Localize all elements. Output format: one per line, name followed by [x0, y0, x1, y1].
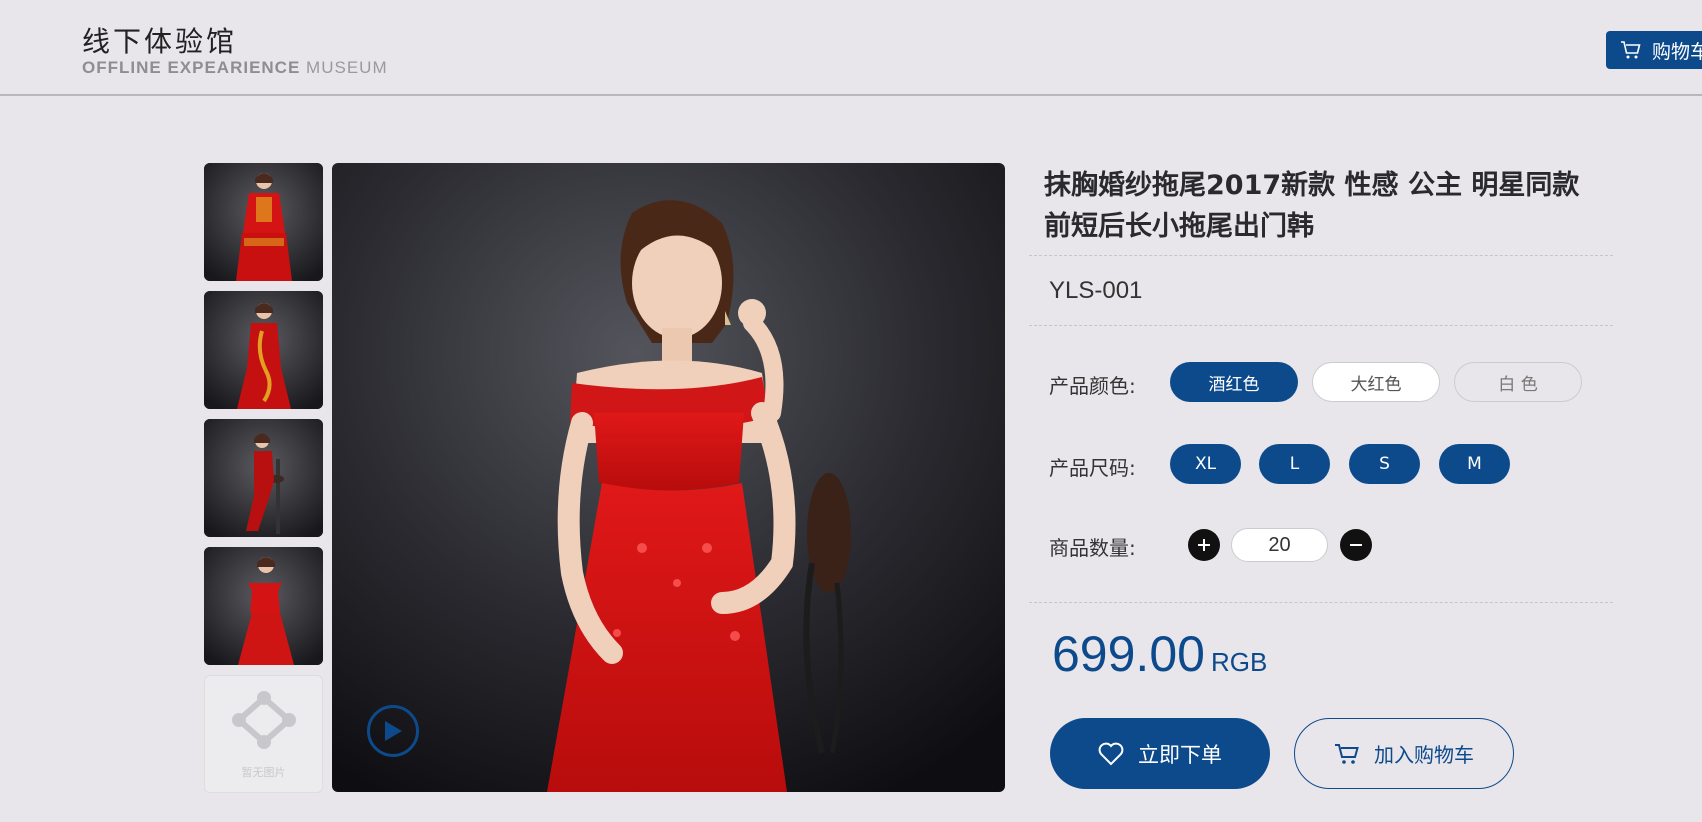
color-option-white[interactable]: 白 色: [1454, 362, 1582, 402]
minus-icon: [1350, 544, 1362, 546]
price: 699.00 RGB: [1052, 625, 1267, 683]
cart-icon: [1621, 41, 1641, 59]
size-option-l[interactable]: L: [1259, 444, 1330, 484]
cart-icon: [1335, 743, 1359, 764]
buy-now-button[interactable]: 立即下单: [1050, 718, 1270, 789]
quantity-decrease-button[interactable]: [1340, 529, 1372, 561]
thumbnail-2[interactable]: [204, 291, 323, 409]
thumbnail-empty: 暂无图片: [204, 675, 323, 793]
product-title: 抹胸婚纱拖尾2017新款 性感 公主 明星同款 前短后长小拖尾出门韩: [1044, 170, 1580, 242]
divider: [1029, 255, 1613, 256]
brand-subtitle-bold: OFFLINE EXPEARIENCE: [82, 58, 301, 77]
divider: [1029, 325, 1613, 326]
color-label: 产品颜色:: [1049, 374, 1136, 398]
thumbnail-4[interactable]: [204, 547, 323, 665]
thumbnail-3[interactable]: [204, 419, 323, 537]
brand-title: 线下体验馆: [82, 25, 238, 58]
color-option-bright-red[interactable]: 大红色: [1312, 362, 1440, 402]
divider: [1029, 602, 1613, 603]
heart-icon: [1098, 742, 1124, 765]
play-video-button[interactable]: [367, 705, 419, 757]
color-option-wine-red[interactable]: 酒红色: [1170, 362, 1298, 402]
quantity-input[interactable]: 20: [1231, 528, 1328, 562]
site-header: 线下体验馆 OFFLINE EXPEARIENCE MUSEUM 购物车: [0, 0, 1702, 96]
header-cart-label: 购物车: [1652, 40, 1702, 63]
thumbnail-1[interactable]: [204, 163, 323, 281]
product-sku: YLS-001: [1049, 277, 1143, 304]
price-currency: RGB: [1210, 647, 1268, 677]
thumbnail-strip: 暂无图片: [204, 163, 323, 803]
size-option-s[interactable]: S: [1349, 444, 1420, 484]
plus-icon: [1198, 539, 1210, 551]
main-product-image[interactable]: [332, 163, 1005, 792]
quantity-increase-button[interactable]: [1188, 529, 1220, 561]
size-label: 产品尺码:: [1049, 456, 1136, 480]
quantity-label: 商品数量:: [1049, 536, 1136, 560]
size-option-xl[interactable]: XL: [1170, 444, 1241, 484]
brand-subtitle-light: MUSEUM: [306, 58, 388, 77]
add-to-cart-label: 加入购物车: [1374, 743, 1474, 767]
price-value: 699.00: [1052, 626, 1205, 682]
brand-subtitle: OFFLINE EXPEARIENCE MUSEUM: [82, 58, 388, 78]
header-cart-button[interactable]: 购物车: [1606, 31, 1702, 69]
size-option-m[interactable]: M: [1439, 444, 1510, 484]
add-to-cart-button[interactable]: 加入购物车: [1294, 718, 1514, 789]
buy-now-label: 立即下单: [1138, 742, 1222, 767]
no-image-label: 暂无图片: [241, 766, 286, 779]
play-icon: [385, 721, 402, 741]
